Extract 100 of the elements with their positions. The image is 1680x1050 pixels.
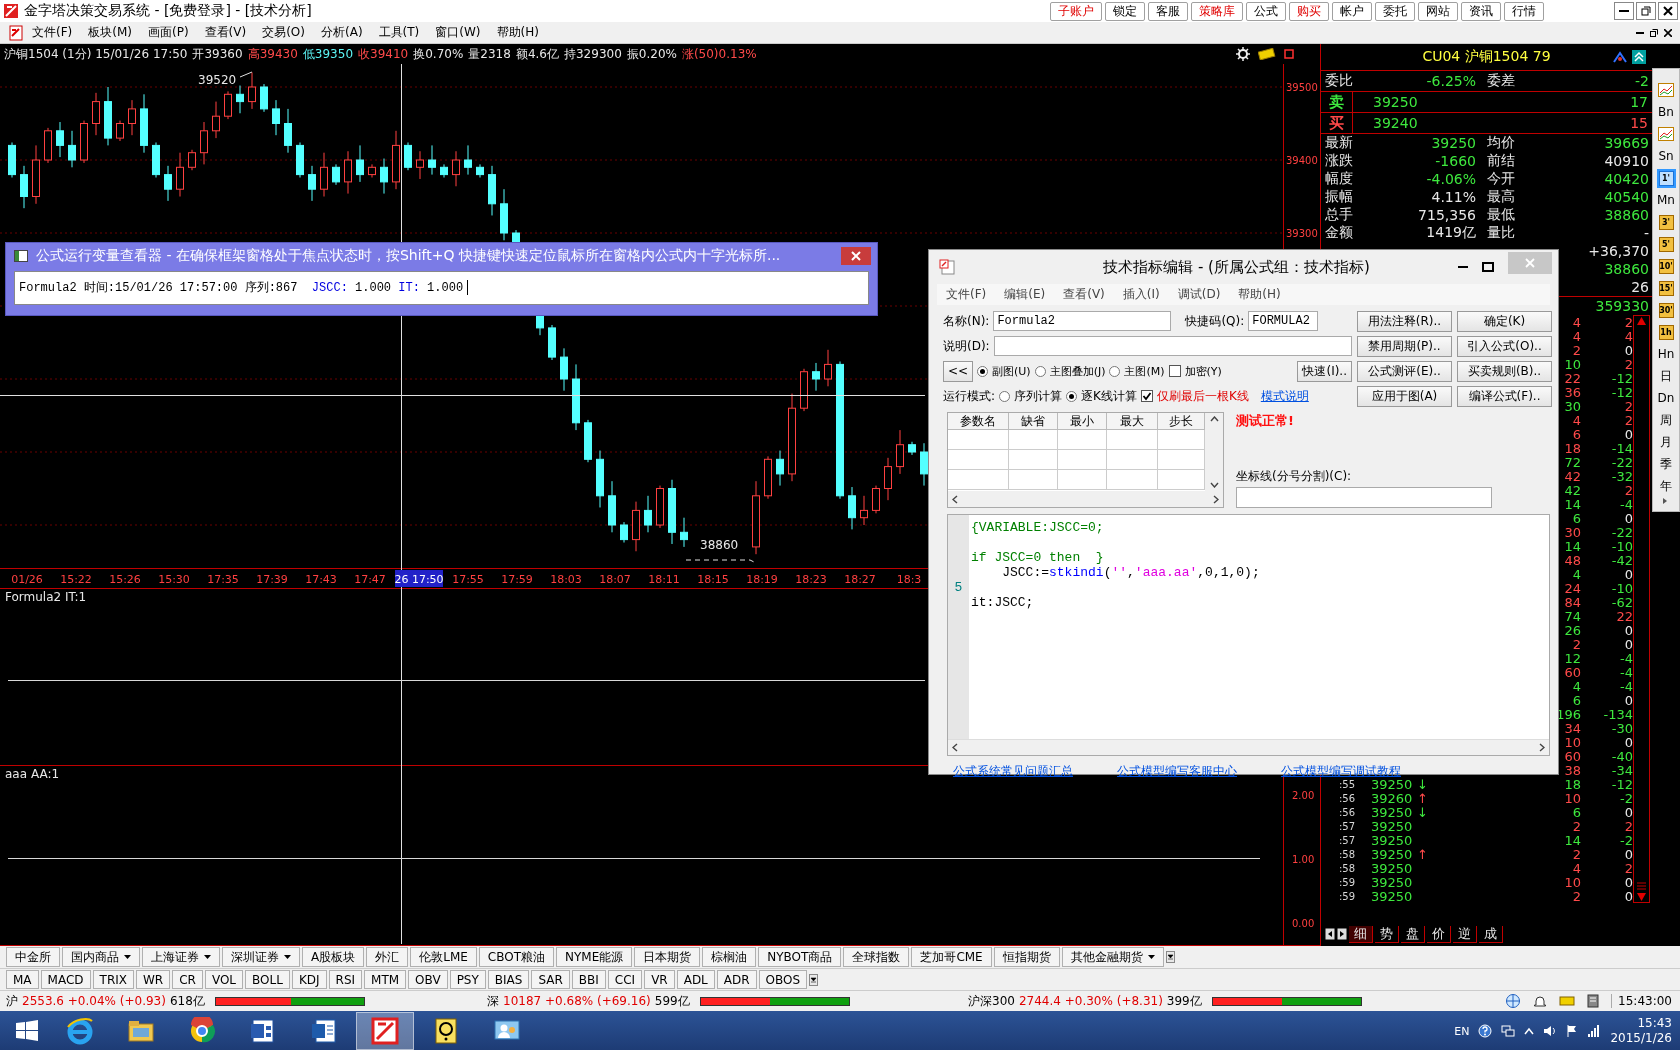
book-icon[interactable] xyxy=(1587,994,1600,1008)
chart-icon[interactable] xyxy=(1658,127,1674,141)
indicator-tab[interactable]: MTM xyxy=(364,970,407,989)
minimize-icon[interactable] xyxy=(1636,31,1644,34)
dialog-button[interactable]: 确定(K) xyxy=(1457,311,1552,332)
toolbar-button[interactable]: 网站 xyxy=(1418,1,1458,21)
period-button[interactable]: 年 xyxy=(1654,475,1678,497)
indicator-tab[interactable]: MA xyxy=(6,970,39,989)
quote-tab[interactable]: 成 xyxy=(1479,925,1503,943)
indicator-tab[interactable]: KDJ xyxy=(291,970,327,989)
market-tab[interactable]: 国内商品 xyxy=(62,947,140,967)
indicator-tab[interactable]: TRIX xyxy=(92,970,134,989)
menu-item[interactable]: 分析(A) xyxy=(313,24,371,41)
indicator-tab[interactable]: OBOS xyxy=(758,970,808,989)
scroll-up-icon[interactable] xyxy=(1636,316,1647,326)
quote-tab[interactable]: 细 xyxy=(1349,925,1373,943)
vertical-scrollbar[interactable] xyxy=(1205,413,1223,491)
help-link[interactable]: 模式说明 xyxy=(1260,387,1309,405)
menu-item[interactable]: 文件(F) xyxy=(24,24,81,41)
period-button[interactable]: 10' xyxy=(1658,258,1674,274)
help-icon[interactable] xyxy=(1478,1024,1493,1038)
restore-button[interactable] xyxy=(1636,2,1656,20)
dialog-button[interactable]: 用法注释(R).. xyxy=(1357,311,1452,332)
clock-time[interactable]: 15:43 xyxy=(1637,1016,1672,1031)
scroll-down-icon[interactable] xyxy=(1209,482,1219,488)
period-button[interactable]: 1' xyxy=(1658,170,1674,186)
dialog-button[interactable]: 买卖规则(B).. xyxy=(1457,361,1552,382)
menu-item[interactable]: 编辑(E) xyxy=(995,286,1055,303)
shortcut-field[interactable]: FORMULA2 xyxy=(1248,311,1319,331)
market-tab[interactable]: 其他金融期货 xyxy=(1061,947,1164,967)
scroll-right-icon[interactable] xyxy=(1213,494,1219,504)
quote-tab[interactable]: 盘 xyxy=(1401,925,1425,943)
indicator-tab[interactable]: PSY xyxy=(449,970,486,989)
ticket-icon[interactable] xyxy=(1258,48,1276,60)
more-tabs-icon[interactable] xyxy=(809,973,819,986)
variable-output-field[interactable]: Formula2 时间:15/01/26 17:57:00 序列:867 JSCC: 1.000 IT: 1.000 xyxy=(14,271,869,305)
scroll-right-icon[interactable] xyxy=(1337,928,1347,940)
period-button[interactable]: 日 xyxy=(1654,365,1678,387)
toolbar-button[interactable]: 策略库 xyxy=(1191,1,1243,21)
flag-icon[interactable] xyxy=(1566,1024,1579,1038)
menu-item[interactable]: 查看(V) xyxy=(196,24,255,41)
toolbar-button[interactable]: 锁定 xyxy=(1105,1,1145,21)
dialog-button[interactable]: 应用于图(A) xyxy=(1357,386,1452,407)
axis-lines-field[interactable] xyxy=(1236,487,1492,508)
code-editor[interactable]: 5 {VARIABLE:JSCC=0; if JSCC=0 then } JSCC:=stkindi('','aaa.aa',0,1,0); it:JSCC; xyxy=(947,514,1550,756)
collapse-button[interactable]: << xyxy=(943,360,973,382)
indicator-tab[interactable]: CR xyxy=(172,970,203,989)
toolbar-button[interactable]: 帐户 xyxy=(1332,1,1372,21)
indicator-tab[interactable]: MACD xyxy=(40,970,91,989)
maximize-button[interactable] xyxy=(1482,262,1494,272)
scroll-down-icon[interactable] xyxy=(1636,882,1647,902)
period-button[interactable]: 月 xyxy=(1654,431,1678,453)
indicator-tab[interactable]: BIAS xyxy=(487,970,530,989)
period-button[interactable]: 3' xyxy=(1658,214,1674,230)
scroll-left-icon[interactable] xyxy=(1325,928,1335,940)
pointer-icon[interactable] xyxy=(1612,50,1628,64)
quick-button[interactable]: 快速(I).. xyxy=(1297,360,1352,382)
period-button[interactable]: Hn xyxy=(1654,343,1678,365)
windows-logo-icon[interactable] xyxy=(15,1020,39,1042)
bell-icon[interactable] xyxy=(1533,994,1548,1008)
market-tab[interactable]: 上海证券 xyxy=(142,947,220,967)
scroll-up-icon[interactable] xyxy=(1209,416,1219,422)
period-button[interactable]: 周 xyxy=(1654,409,1678,431)
period-button[interactable]: 季 xyxy=(1654,453,1678,475)
clock-date[interactable]: 2015/1/26 xyxy=(1610,1031,1672,1046)
radio-button[interactable] xyxy=(999,390,1011,402)
quote-tab[interactable]: 逆 xyxy=(1453,925,1477,943)
radio-button[interactable] xyxy=(1109,365,1121,377)
language-indicator[interactable]: EN xyxy=(1454,1024,1470,1038)
menu-item[interactable]: 板块(M) xyxy=(80,24,140,41)
indicator-tab[interactable]: BBI xyxy=(571,970,606,989)
menu-item[interactable]: 文件(F) xyxy=(937,286,996,303)
indicator-tab[interactable]: VR xyxy=(644,970,675,989)
radio-button[interactable] xyxy=(1034,365,1046,377)
radio-button[interactable] xyxy=(1066,390,1078,402)
market-tab[interactable]: 恒指期货 xyxy=(993,947,1060,967)
scrollbar[interactable] xyxy=(1633,315,1650,903)
toolbar-button[interactable]: 资讯 xyxy=(1461,1,1501,21)
restore-icon[interactable] xyxy=(1650,28,1658,37)
menu-item[interactable]: 查看(V) xyxy=(1054,286,1114,303)
menu-item[interactable]: 交易(O) xyxy=(254,24,313,41)
dialog-button[interactable]: 编译公式(F).. xyxy=(1457,386,1552,407)
name-field[interactable]: Formula2 xyxy=(993,311,1172,331)
gear-icon[interactable] xyxy=(1236,47,1250,61)
indicator-tab[interactable]: SAR xyxy=(531,970,570,989)
help-link[interactable]: 公式模型编写客服中心 xyxy=(1117,763,1237,780)
toolbar-button[interactable]: 子账户 xyxy=(1050,1,1102,21)
more-tabs-icon[interactable] xyxy=(1165,951,1175,963)
period-button[interactable]: 30' xyxy=(1658,302,1674,318)
menu-item[interactable]: 调试(D) xyxy=(1168,286,1230,303)
horizontal-scrollbar[interactable] xyxy=(948,491,1223,507)
indicator-tab[interactable]: ADL xyxy=(676,970,715,989)
minimize-button[interactable] xyxy=(1614,2,1634,20)
period-button[interactable]: Bn xyxy=(1654,101,1678,123)
double-up-icon[interactable] xyxy=(1632,50,1646,64)
horizontal-scrollbar[interactable] xyxy=(948,739,1549,755)
menu-item[interactable]: 插入(I) xyxy=(1113,286,1169,303)
dialog-button[interactable]: 禁用周期(P).. xyxy=(1357,336,1452,357)
toolbar-button[interactable]: 公式 xyxy=(1246,1,1286,21)
close-icon[interactable] xyxy=(1664,28,1672,37)
